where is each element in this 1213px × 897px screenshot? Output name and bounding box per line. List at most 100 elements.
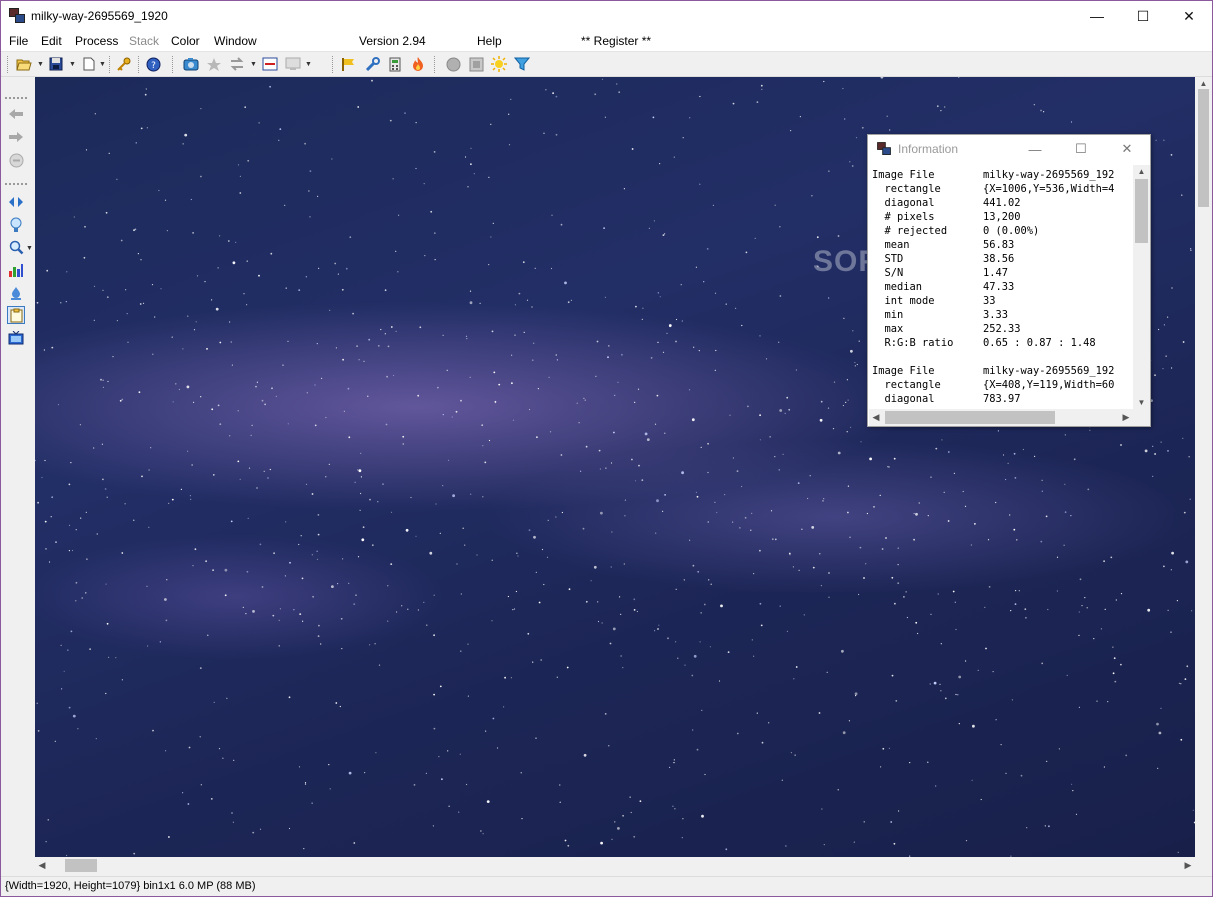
info-key: S/N (872, 267, 904, 279)
bulb-icon[interactable] (7, 216, 25, 234)
tv-icon[interactable] (7, 329, 25, 347)
monitor-icon[interactable] (284, 55, 302, 73)
info-value: 3.33 (983, 309, 1009, 321)
information-window: Information — ☐ ✕ Image File milky-way-26… (867, 134, 1151, 427)
info-row: S/N 1.47 (872, 266, 1133, 280)
key-icon[interactable] (115, 55, 133, 73)
monitor-dropdown-icon[interactable]: ▼ (305, 61, 312, 68)
camera-icon[interactable] (182, 55, 200, 73)
vertical-scroll-thumb[interactable] (1198, 89, 1209, 207)
vertical-scrollbar[interactable]: ▲ (1195, 77, 1212, 857)
swap-icon[interactable] (228, 55, 246, 73)
open-folder-icon[interactable] (15, 55, 33, 73)
left-toolbar-grip (5, 97, 27, 99)
info-value: 1.47 (983, 267, 1009, 279)
info-vertical-scroll-thumb[interactable] (1135, 179, 1148, 243)
square-icon[interactable] (467, 55, 485, 73)
flame-icon[interactable] (409, 55, 427, 73)
info-row: R:G:B ratio 0.65 : 0.87 : 1.48 (872, 336, 1133, 350)
calculator-icon[interactable] (386, 55, 404, 73)
info-row: diagonal 441.02 (872, 196, 1133, 210)
info-key: # pixels (872, 211, 935, 223)
info-key: max (872, 323, 904, 335)
info-value: {X=1006,Y=536,Width=4 (983, 183, 1115, 195)
filter-icon[interactable] (513, 55, 531, 73)
close-button[interactable]: ✕ (1166, 1, 1212, 31)
drop-icon[interactable] (7, 284, 25, 302)
stop-icon[interactable] (7, 151, 25, 169)
save-dropdown-icon[interactable]: ▼ (69, 61, 76, 68)
histogram-icon[interactable] (7, 261, 25, 279)
menu-register[interactable]: ** Register ** (581, 34, 651, 48)
info-value: 47.33 (983, 281, 1015, 293)
menu-version[interactable]: Version 2.94 (359, 34, 426, 48)
info-minimize-button[interactable]: — (1012, 135, 1058, 163)
info-close-button[interactable]: ✕ (1104, 135, 1150, 163)
info-value: 13,200 (983, 211, 1021, 223)
app-logo-icon (9, 8, 25, 24)
info-value: 56.83 (983, 239, 1015, 251)
subtract-icon[interactable] (261, 55, 279, 73)
swap-dropdown-icon[interactable]: ▼ (250, 61, 257, 68)
menu-color[interactable]: Color (171, 34, 200, 48)
scroll-up-icon[interactable]: ▲ (1195, 77, 1212, 89)
horizontal-scrollbar[interactable]: ◀ ▶ (35, 857, 1195, 874)
info-horizontal-scrollbar[interactable]: ◀ ▶ (869, 409, 1133, 426)
info-row: STD 38.56 (872, 252, 1133, 266)
info-logo-icon (877, 142, 891, 156)
info-scroll-down-icon[interactable]: ▼ (1133, 396, 1150, 409)
save-disk-icon[interactable] (47, 55, 65, 73)
menu-file[interactable]: File (9, 34, 28, 48)
info-vertical-scrollbar[interactable]: ▲ ▼ (1133, 165, 1150, 409)
info-scroll-corner (1133, 409, 1150, 426)
wrench-icon[interactable] (363, 55, 381, 73)
toolbar-separator (332, 56, 333, 73)
horizontal-scroll-thumb[interactable] (65, 859, 97, 872)
back-arrow-icon[interactable] (7, 105, 25, 123)
information-title-bar[interactable]: Information — ☐ ✕ (868, 135, 1150, 163)
info-key: mean (872, 239, 910, 251)
info-row: rectangle {X=1006,Y=536,Width=4 (872, 182, 1133, 196)
info-row: max 252.33 (872, 322, 1133, 336)
info-row: Image File milky-way-2695569_192 (872, 168, 1133, 182)
info-row: mean 56.83 (872, 238, 1133, 252)
circle-icon[interactable] (444, 55, 462, 73)
title-bar[interactable]: milky-way-2695569_1920 — ☐ ✕ (1, 1, 1212, 31)
maximize-button[interactable]: ☐ (1120, 1, 1166, 31)
menu-edit[interactable]: Edit (41, 34, 62, 48)
clipboard-icon[interactable] (7, 306, 25, 324)
open-dropdown-icon[interactable]: ▼ (37, 61, 44, 68)
scroll-right-icon[interactable]: ▶ (1181, 857, 1195, 874)
info-value: {X=408,Y=119,Width=60 (983, 379, 1115, 391)
info-key: diagonal (872, 393, 935, 405)
info-row: diagonal 783.97 (872, 392, 1133, 406)
info-row (872, 350, 1133, 364)
double-arrow-icon[interactable] (7, 193, 25, 211)
star-icon[interactable] (205, 55, 223, 73)
menu-process[interactable]: Process (75, 34, 118, 48)
info-scroll-up-icon[interactable]: ▲ (1133, 165, 1150, 178)
info-horizontal-scroll-thumb[interactable] (885, 411, 1055, 424)
zoom-dropdown-icon[interactable]: ▼ (26, 245, 33, 252)
scroll-left-icon[interactable]: ◀ (35, 857, 49, 874)
flag-icon[interactable] (340, 55, 358, 73)
sun-icon[interactable] (490, 55, 508, 73)
toolbar-grip (7, 56, 8, 73)
forward-arrow-icon[interactable] (7, 128, 25, 146)
app-window: milky-way-2695569_1920 — ☐ ✕ File Edit P… (0, 0, 1213, 897)
info-value: 0 (0.00%) (983, 225, 1040, 237)
menu-help[interactable]: Help (477, 34, 502, 48)
new-document-icon[interactable] (80, 55, 98, 73)
menu-window[interactable]: Window (214, 34, 257, 48)
minimize-button[interactable]: — (1074, 1, 1120, 31)
zoom-icon[interactable] (7, 238, 25, 256)
info-scroll-right-icon[interactable]: ▶ (1119, 409, 1133, 426)
new-dropdown-icon[interactable]: ▼ (99, 61, 106, 68)
menu-stack[interactable]: Stack (129, 34, 159, 48)
help-icon[interactable]: ? (144, 55, 162, 73)
info-value: 252.33 (983, 323, 1021, 335)
info-maximize-button[interactable]: ☐ (1058, 135, 1104, 163)
information-text[interactable]: Image File milky-way-2695569_192 rectangl… (869, 165, 1133, 409)
info-value: milky-way-2695569_192 (983, 365, 1115, 377)
info-scroll-left-icon[interactable]: ◀ (869, 409, 883, 426)
